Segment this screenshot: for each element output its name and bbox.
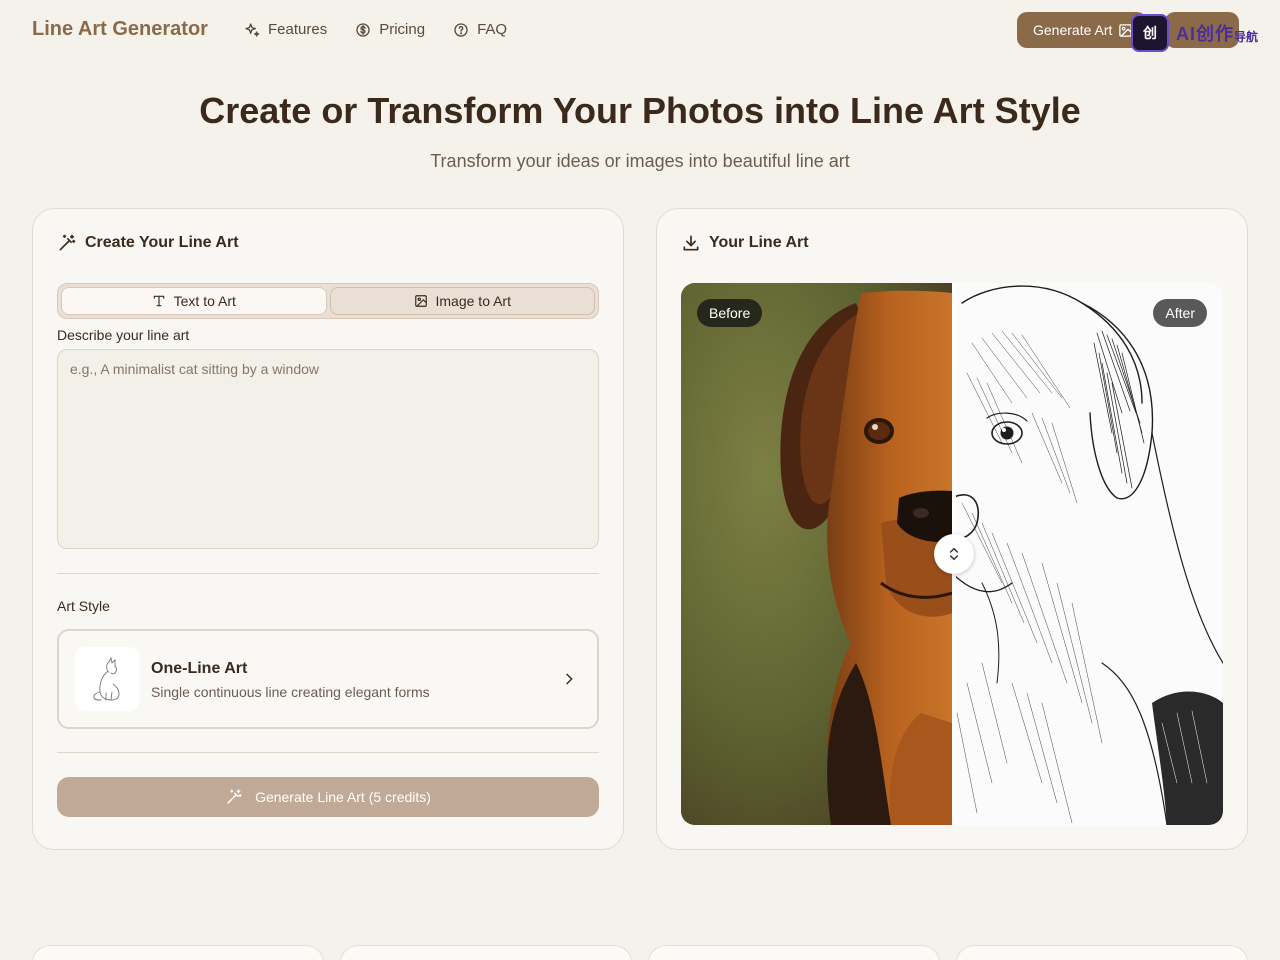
watermark-label: AI创作 <box>1176 24 1234 44</box>
tab-label: Text to Art <box>173 293 236 309</box>
generate-line-art-label: Generate Line Art (5 credits) <box>255 789 431 805</box>
generate-line-art-button[interactable]: Generate Line Art (5 credits) <box>57 777 599 817</box>
feature-card <box>648 945 940 960</box>
divider <box>57 573 599 574</box>
divider <box>57 752 599 753</box>
download-icon <box>683 235 699 251</box>
page-title: Create or Transform Your Photos into Lin… <box>199 90 1081 131</box>
type-icon <box>153 295 164 307</box>
sparkles-icon <box>245 22 260 37</box>
top-nav: Line Art Generator Features Pricing FAQ … <box>0 0 1280 60</box>
cat-line-art-icon <box>93 656 120 701</box>
nav-link-label: Features <box>268 21 328 38</box>
watermark-logo-text: 创 <box>1143 25 1157 41</box>
after-label: After <box>1153 299 1207 327</box>
dog-line-art-illustration <box>952 285 1223 825</box>
image-icon <box>414 295 427 307</box>
before-label: Before <box>697 299 763 327</box>
feature-card <box>32 945 324 960</box>
nav-link-pricing[interactable]: Pricing <box>355 21 425 38</box>
result-panel-title: Your Line Art <box>709 234 809 251</box>
describe-label: Describe your line art <box>57 327 190 343</box>
after-image <box>952 283 1223 825</box>
magic-wand-icon <box>227 789 242 804</box>
nav-links: Features Pricing FAQ <box>244 21 507 38</box>
create-panel-title: Create Your Line Art <box>85 234 239 251</box>
create-panel: Create Your Line Art Text to Art Image t… <box>32 208 624 850</box>
magic-wand-icon <box>59 234 76 251</box>
before-after-comparison[interactable]: Before After <box>681 283 1223 825</box>
nav-link-features[interactable]: Features <box>244 21 327 38</box>
describe-input[interactable] <box>57 349 599 549</box>
before-image <box>681 283 952 825</box>
nav-link-faq[interactable]: FAQ <box>453 21 507 38</box>
tab-text-to-art[interactable]: Text to Art <box>61 287 327 315</box>
dog-photo-illustration <box>681 283 952 825</box>
art-style-selector[interactable]: One-Line Art Single continuous line crea… <box>57 629 599 729</box>
chevrons-up-down-icon <box>949 547 959 561</box>
nav-link-label: Pricing <box>379 21 426 38</box>
chevron-right-icon <box>566 673 573 685</box>
nav-link-label: FAQ <box>477 21 508 38</box>
result-panel: Your Line Art Before After <box>656 208 1248 850</box>
style-description: Single continuous line creating elegant … <box>151 684 430 700</box>
site-logo[interactable]: Line Art Generator <box>32 18 208 41</box>
style-name: One-Line Art <box>151 660 248 677</box>
result-panel-header: Your Line Art <box>681 233 809 253</box>
split-handle[interactable] <box>934 534 974 574</box>
page-subtitle: Transform your ideas or images into beau… <box>430 151 850 171</box>
generate-art-label: Generate Art <box>1033 22 1113 38</box>
watermark-logo: 创 <box>1131 14 1169 52</box>
mode-tabs: Text to Art Image to Art <box>57 283 599 319</box>
tab-label: Image to Art <box>435 293 511 309</box>
style-thumbnail <box>75 647 139 711</box>
help-circle-icon <box>454 22 468 37</box>
create-panel-header: Create Your Line Art <box>57 233 239 253</box>
dollar-circle-icon <box>356 22 370 37</box>
tab-image-to-art[interactable]: Image to Art <box>329 287 595 315</box>
feature-card <box>956 945 1248 960</box>
generate-art-button[interactable]: Generate Art <box>1017 12 1147 48</box>
feature-card <box>340 945 632 960</box>
watermark-sub: 导航 <box>1234 30 1259 44</box>
art-style-label: Art Style <box>57 598 110 614</box>
